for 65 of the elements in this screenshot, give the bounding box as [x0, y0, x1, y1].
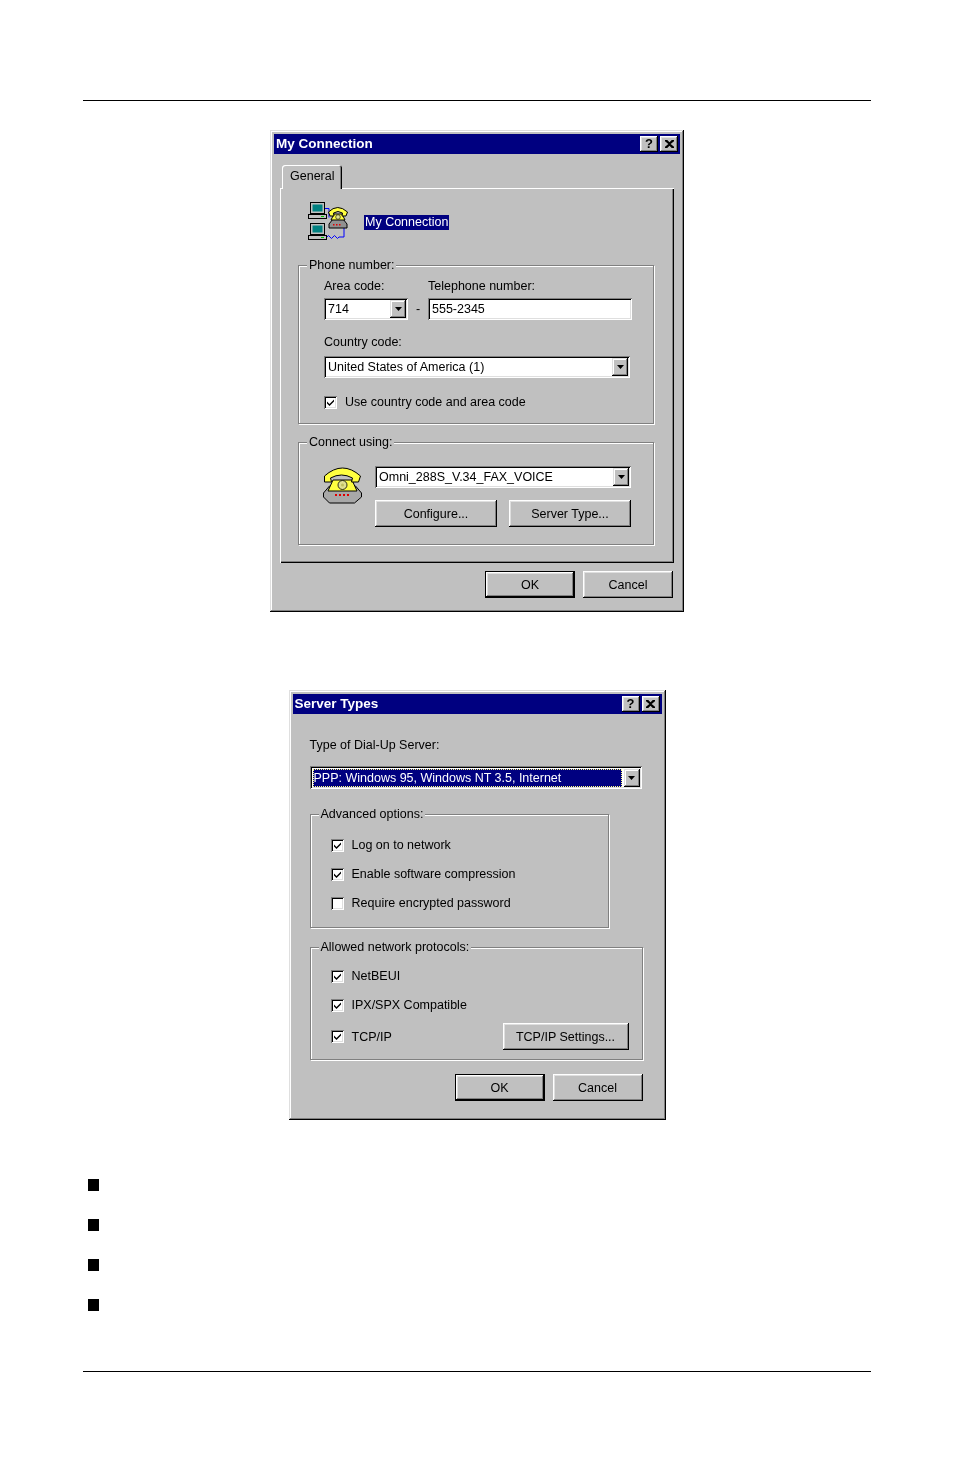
- checkbox[interactable]: [324, 395, 337, 409]
- close-button[interactable]: [660, 136, 678, 152]
- caret-icon: [616, 365, 624, 369]
- checkbox-label[interactable]: Use country code and area code: [345, 395, 526, 409]
- help-button[interactable]: ?: [621, 696, 640, 712]
- tcp-ip-settings-button[interactable]: TCP/IP Settings...: [502, 1023, 629, 1050]
- server-type-dropdown[interactable]: PPP: Windows 95, Windows NT 3.5, Internet: [309, 766, 642, 789]
- window-title: Server Types: [294, 696, 379, 712]
- checkbox[interactable]: [330, 969, 344, 983]
- connection-name[interactable]: My Connection: [364, 214, 450, 230]
- checkbox-label[interactable]: Require encrypted password: [351, 896, 511, 910]
- checkbox[interactable]: [330, 896, 344, 910]
- caret-icon: [617, 475, 625, 479]
- checkbox-label[interactable]: Enable software compression: [351, 867, 516, 881]
- checkbox-label[interactable]: IPX/SPX Compatible: [351, 998, 467, 1012]
- close-icon: [664, 140, 674, 148]
- computers-and-telephone-icon: [308, 202, 348, 242]
- country-code-dropdown[interactable]: United States of America (1): [324, 356, 630, 378]
- close-icon: [646, 700, 655, 708]
- checkbox[interactable]: [330, 838, 344, 852]
- telephone-icon: [322, 464, 363, 504]
- server-type-button[interactable]: Server Type...: [509, 500, 631, 527]
- cancel-button[interactable]: Cancel: [583, 571, 673, 598]
- check-icon: [327, 398, 334, 406]
- dash-separator: -: [414, 301, 422, 318]
- bullet-icon: [88, 1259, 99, 1271]
- bullet-icon: [88, 1299, 99, 1311]
- dropdown-button[interactable]: [623, 768, 640, 787]
- window-title: My Connection: [276, 136, 373, 152]
- caret-icon: [394, 307, 402, 311]
- bullet-icon: [88, 1179, 99, 1191]
- check-icon: [333, 972, 341, 980]
- check-icon: [333, 870, 341, 878]
- ok-button[interactable]: OK: [485, 571, 575, 598]
- check-icon: [333, 1001, 341, 1009]
- field-label: Area code:: [324, 279, 385, 293]
- bullet-icon: [88, 1219, 99, 1231]
- close-button[interactable]: [641, 696, 660, 712]
- cancel-button[interactable]: Cancel: [552, 1074, 643, 1101]
- checkbox-label[interactable]: NetBEUI: [351, 969, 401, 983]
- group-label: Connect using:: [307, 435, 395, 449]
- dropdown-button[interactable]: [612, 358, 628, 376]
- group-label: Phone number:: [307, 258, 397, 272]
- field-label: Telephone number:: [428, 279, 536, 293]
- check-icon: [333, 1033, 341, 1040]
- checkbox[interactable]: [330, 998, 344, 1012]
- group-label: Advanced options:: [318, 807, 426, 821]
- modem-dropdown[interactable]: Omni_288S_V.34_FAX_VOICE: [375, 466, 631, 488]
- checkbox[interactable]: [330, 1030, 344, 1043]
- tab[interactable]: General: [282, 165, 343, 189]
- group-label: Allowed network protocols:: [318, 940, 472, 954]
- checkbox[interactable]: [330, 867, 344, 881]
- dropdown-button[interactable]: [613, 468, 629, 486]
- checkbox-label[interactable]: Log on to network: [351, 838, 451, 852]
- checkbox-label[interactable]: TCP/IP: [351, 1029, 392, 1044]
- caret-icon: [628, 775, 635, 780]
- configure-button[interactable]: Configure...: [375, 500, 497, 527]
- ok-button[interactable]: OK: [454, 1074, 545, 1101]
- dropdown-button[interactable]: [390, 300, 406, 318]
- check-icon: [333, 841, 341, 849]
- field-label: Type of Dial-Up Server:: [309, 738, 440, 752]
- telephone-number-field[interactable]: 555-2345: [428, 298, 632, 320]
- help-button[interactable]: ?: [640, 136, 658, 152]
- area-code-dropdown[interactable]: 714: [324, 298, 408, 320]
- field-label: Country code:: [324, 335, 402, 349]
